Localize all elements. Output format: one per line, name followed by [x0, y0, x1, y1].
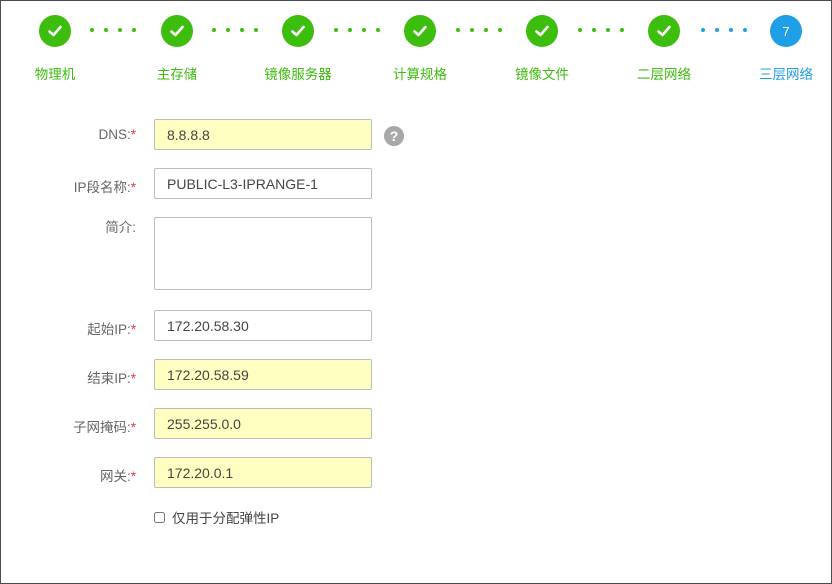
required-mark: *: [130, 371, 136, 386]
help-icon[interactable]: ?: [384, 126, 404, 146]
step-primary-storage[interactable]: 主存储: [117, 15, 237, 83]
step-number-badge: 7: [770, 15, 802, 47]
check-icon: [161, 15, 193, 47]
description-textarea[interactable]: [154, 217, 372, 290]
gateway-input[interactable]: [154, 457, 372, 488]
dns-label: DNS:*: [98, 127, 136, 142]
check-icon: [648, 15, 680, 47]
check-icon: [404, 15, 436, 47]
step-l3-network[interactable]: 7 三层网络: [726, 15, 832, 83]
required-mark: *: [130, 127, 136, 142]
ip-range-name-input[interactable]: [154, 168, 372, 199]
step-label: 计算规格: [393, 67, 447, 82]
wizard-panel: 物理机 主存储 镜像服务器 计算规格 镜像文件 二层网络 7 三层网络 DNS:…: [0, 0, 832, 584]
step-label: 物理机: [34, 67, 76, 82]
required-mark: *: [130, 420, 136, 435]
ip-range-name-label: IP段名称:*: [73, 180, 136, 195]
required-mark: *: [130, 322, 136, 337]
start-ip-input[interactable]: [154, 310, 372, 341]
step-physical-host[interactable]: 物理机: [0, 15, 115, 83]
description-label: 简介:: [105, 220, 136, 235]
step-compute-spec[interactable]: 计算规格: [360, 15, 480, 83]
step-l2-network[interactable]: 二层网络: [604, 15, 724, 83]
step-label: 二层网络: [637, 67, 691, 82]
step-image-file[interactable]: 镜像文件: [482, 15, 602, 83]
netmask-label: 子网掩码:*: [72, 420, 136, 435]
required-mark: *: [130, 180, 136, 195]
start-ip-label: 起始IP:*: [87, 322, 136, 337]
step-label: 三层网络: [759, 67, 813, 82]
check-icon: [282, 15, 314, 47]
required-mark: *: [130, 469, 136, 484]
check-icon: [39, 15, 71, 47]
step-label: 镜像文件: [515, 67, 569, 82]
dns-input[interactable]: [154, 119, 372, 150]
end-ip-label: 结束IP:*: [87, 371, 136, 386]
elastic-ip-only-checkbox[interactable]: [154, 511, 165, 523]
step-image-server[interactable]: 镜像服务器: [238, 15, 358, 83]
elastic-ip-only-option[interactable]: 仅用于分配弹性IP: [154, 507, 279, 527]
step-label: 主存储: [156, 67, 198, 82]
netmask-input[interactable]: [154, 408, 372, 439]
end-ip-input[interactable]: [154, 359, 372, 390]
check-icon: [526, 15, 558, 47]
gateway-label: 网关:*: [99, 469, 136, 484]
elastic-ip-only-label: 仅用于分配弹性IP: [172, 511, 280, 526]
step-label: 镜像服务器: [264, 67, 332, 82]
